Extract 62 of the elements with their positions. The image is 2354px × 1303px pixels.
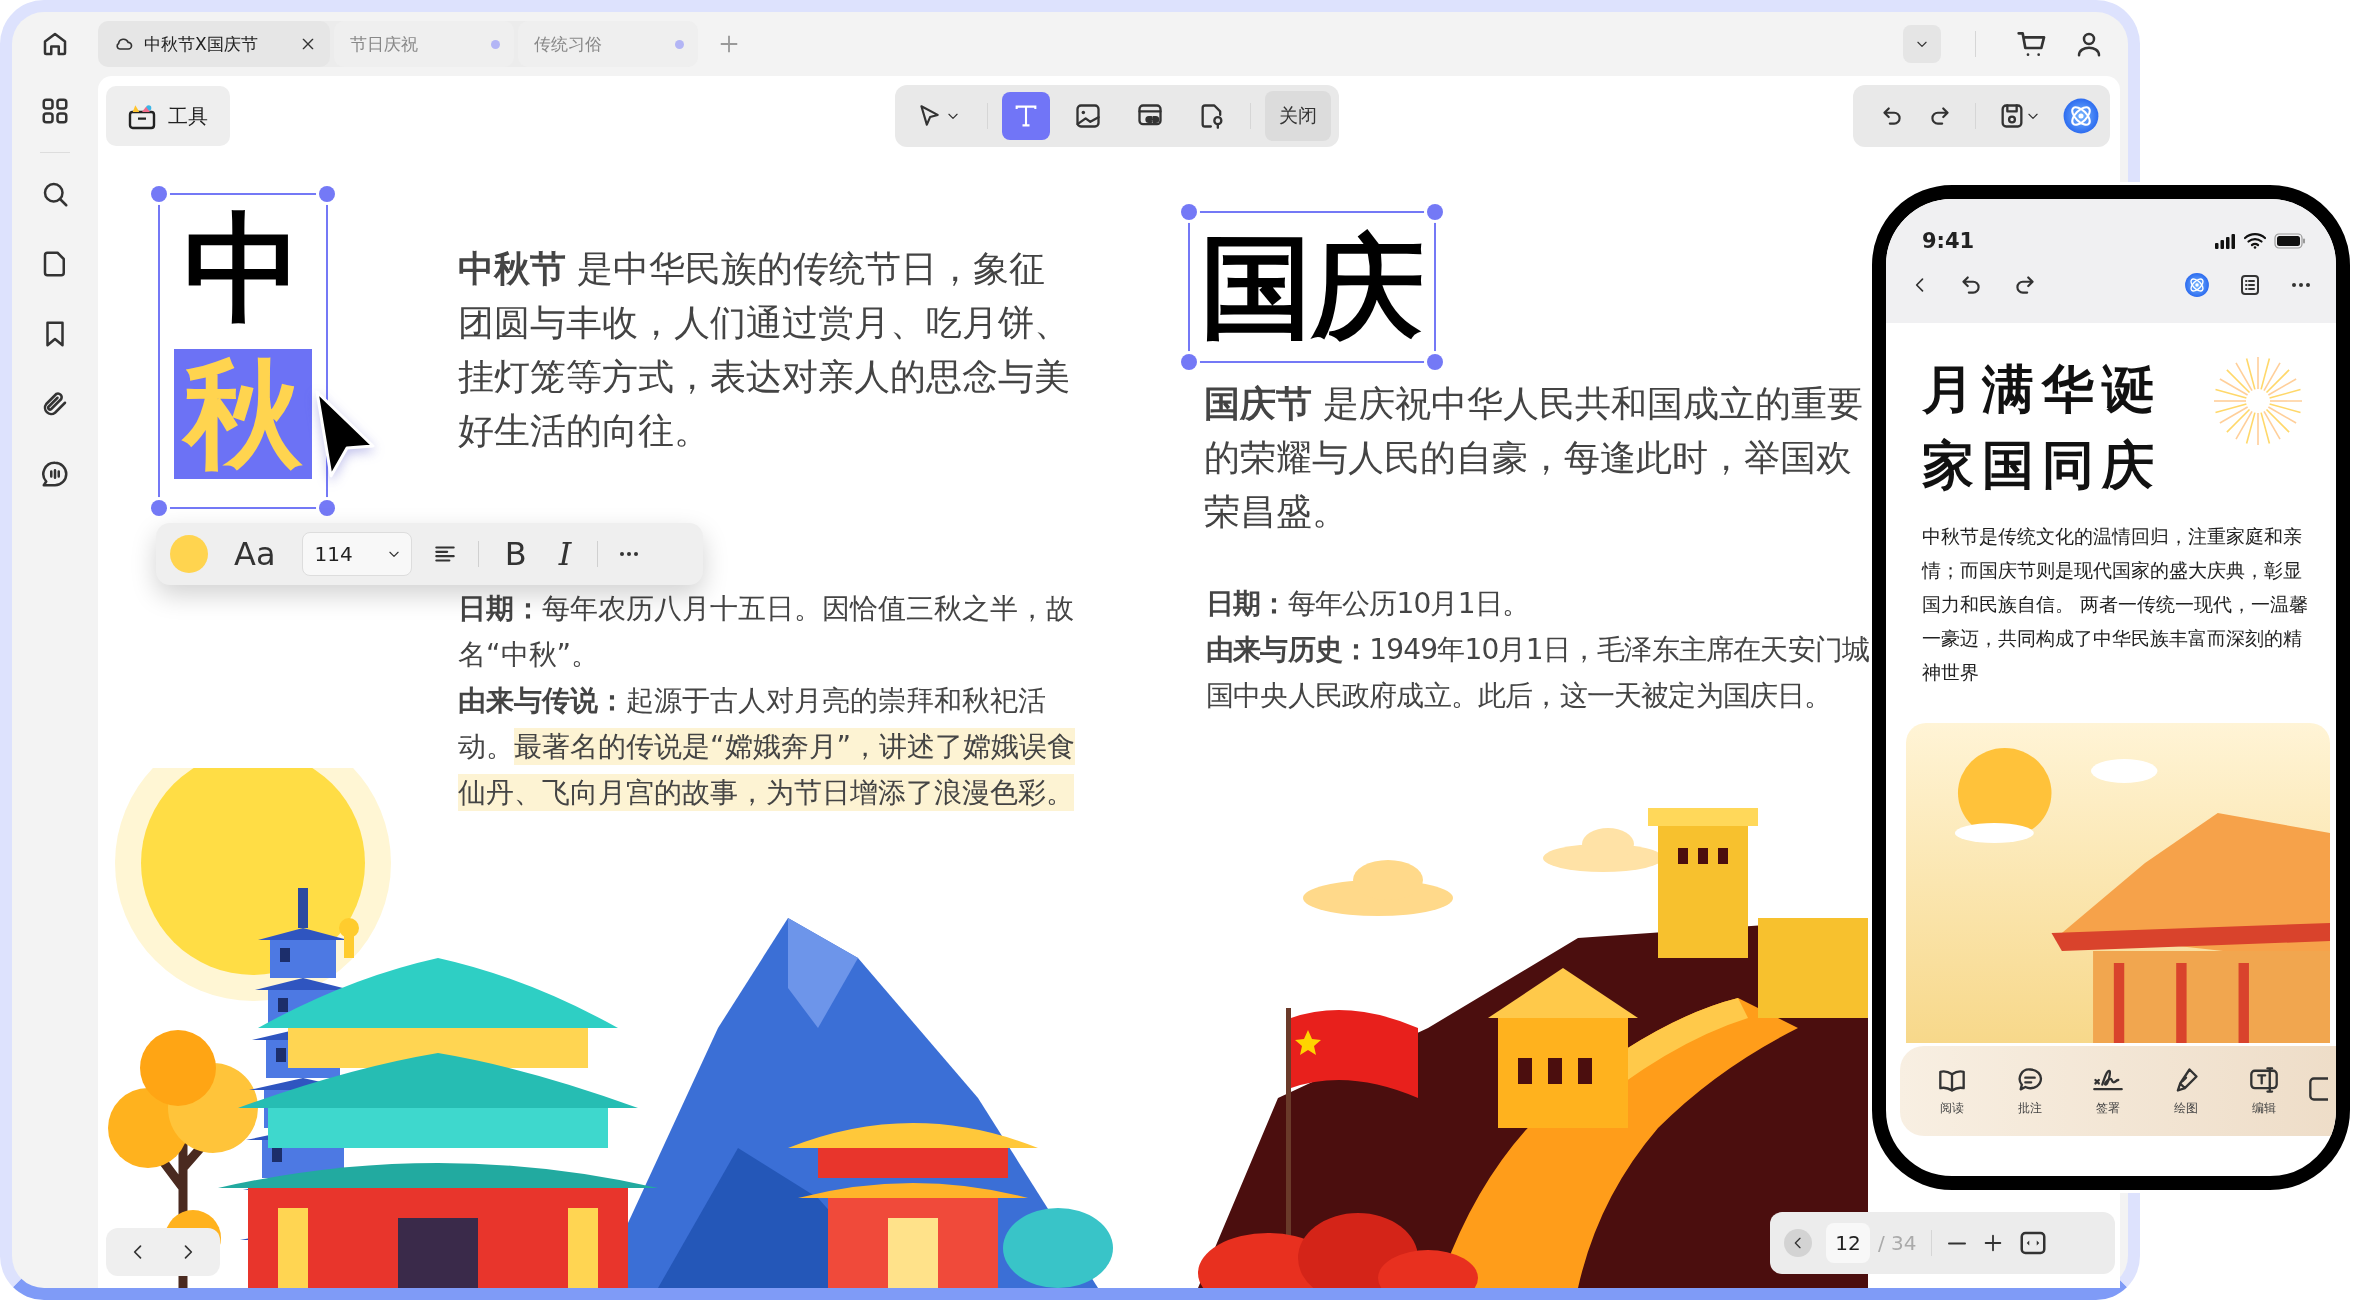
- mode-button[interactable]: 阅读: [1918, 1065, 1986, 1117]
- zoom-out-button[interactable]: [1945, 1241, 1968, 1245]
- wifi-icon: [2244, 233, 2266, 249]
- intro-paragraph: 中秋节 是中华民族的传统节日，象征团圆与丰收，人们通过赏月、吃月饼、挂灯笼等方式，表达对亲人的思念与美好生活的向往。: [458, 247, 1070, 453]
- heading-text: 月满华诞: [1922, 357, 2162, 421]
- assistant-button[interactable]: [2062, 97, 2100, 135]
- outline-button[interactable]: [2238, 273, 2262, 297]
- font-size-dropdown[interactable]: 114: [301, 532, 412, 576]
- body-paragraph: 中秋节是传统文化的温情回归，注重家庭和亲情；而国庆节则是现代国家的盛大庆典，彰显国力和民族自信。 两者一传统一现代，一温馨一豪迈，共同构成了中华民族丰富而深刻的精神世界: [1922, 524, 2310, 685]
- heading-char: 中: [184, 203, 302, 333]
- italic-button[interactable]: I: [552, 535, 578, 573]
- mode-button[interactable]: 签署: [2074, 1065, 2142, 1117]
- mode-button[interactable]: 批注: [1996, 1065, 2064, 1117]
- more-button[interactable]: [2290, 281, 2312, 289]
- intro-paragraph: 国庆节 是庆祝中华人民共和国成立的重要 的荣耀与人民的自豪，每逢此时，举国欢 荣昌盛。: [1204, 382, 1865, 534]
- heading-text: 家国同庆: [1922, 433, 2162, 497]
- tool-icon: [2308, 1075, 2328, 1103]
- resize-handle[interactable]: [151, 186, 167, 202]
- date-paragraph: 日期：每年公历10月1日。: [1206, 586, 1531, 622]
- legend-paragraph: 由来与传说：起源于古人对月亮的崇拜和秋祀活动。最著名的传说是“嫦娥奔月”，讲述了嫦娥误食仙丹、飞向月宫的故事，为节日增添了浪漫色彩。: [458, 683, 1077, 813]
- assistant-button[interactable]: [2184, 272, 2210, 298]
- image-icon: [1073, 102, 1102, 130]
- resize-handle[interactable]: [319, 500, 335, 516]
- resize-handle[interactable]: [1181, 204, 1197, 220]
- assistant-icon: [2062, 97, 2100, 135]
- bold-button[interactable]: B: [498, 535, 533, 573]
- close-button[interactable]: 关闭: [1264, 91, 1331, 141]
- page-number-field[interactable]: 12: [1826, 1223, 1870, 1263]
- document-tab[interactable]: 中秋节X国庆节: [98, 21, 330, 67]
- text-edit-icon: [2249, 1065, 2279, 1094]
- mode-button[interactable]: 编辑: [2230, 1065, 2298, 1117]
- page-total: / 34: [1878, 1231, 1917, 1255]
- close-icon: [300, 36, 316, 52]
- assistant-icon: [2184, 272, 2210, 298]
- list-icon: [2238, 273, 2262, 297]
- mode-button[interactable]: 绘图: [2152, 1065, 2220, 1117]
- date-paragraph: 日期：每年农历八月十五日。因恰值三秋之半，故名“中秋”。: [458, 591, 1075, 673]
- text-color-swatch[interactable]: [170, 535, 208, 573]
- new-tab-button[interactable]: [718, 33, 740, 55]
- resize-handle[interactable]: [1427, 354, 1443, 370]
- resize-handle[interactable]: [319, 186, 335, 202]
- resize-handle[interactable]: [151, 500, 167, 516]
- heading-text: 国庆: [1200, 231, 1424, 343]
- signal-icon: [2214, 233, 2236, 249]
- selected-heading-char: 秋: [174, 349, 312, 479]
- more-icon: [618, 550, 641, 558]
- plus-icon: [718, 33, 740, 55]
- comment-icon: [2016, 1065, 2044, 1094]
- zoom-out-icon: [1945, 1241, 1968, 1245]
- more-icon: [2290, 281, 2312, 289]
- history-paragraph: 由来与历史：1949年10月1日，毛泽东主席在天安门城 国中央人民政府成立。此后，这一天被定为国庆日。: [1206, 632, 1870, 714]
- status-time: 9:41: [1922, 229, 1976, 253]
- chat-icon: [40, 459, 70, 489]
- grid-icon: [40, 96, 70, 126]
- battery-icon: [2274, 233, 2306, 249]
- tools-button[interactable]: 工具: [106, 86, 230, 146]
- close-tab-button[interactable]: [300, 36, 316, 52]
- resize-handle[interactable]: [1427, 204, 1443, 220]
- resize-handle[interactable]: [1181, 354, 1197, 370]
- more-button[interactable]: [618, 550, 641, 558]
- font-button[interactable]: Aa: [228, 535, 282, 573]
- back-button[interactable]: [1784, 1229, 1812, 1257]
